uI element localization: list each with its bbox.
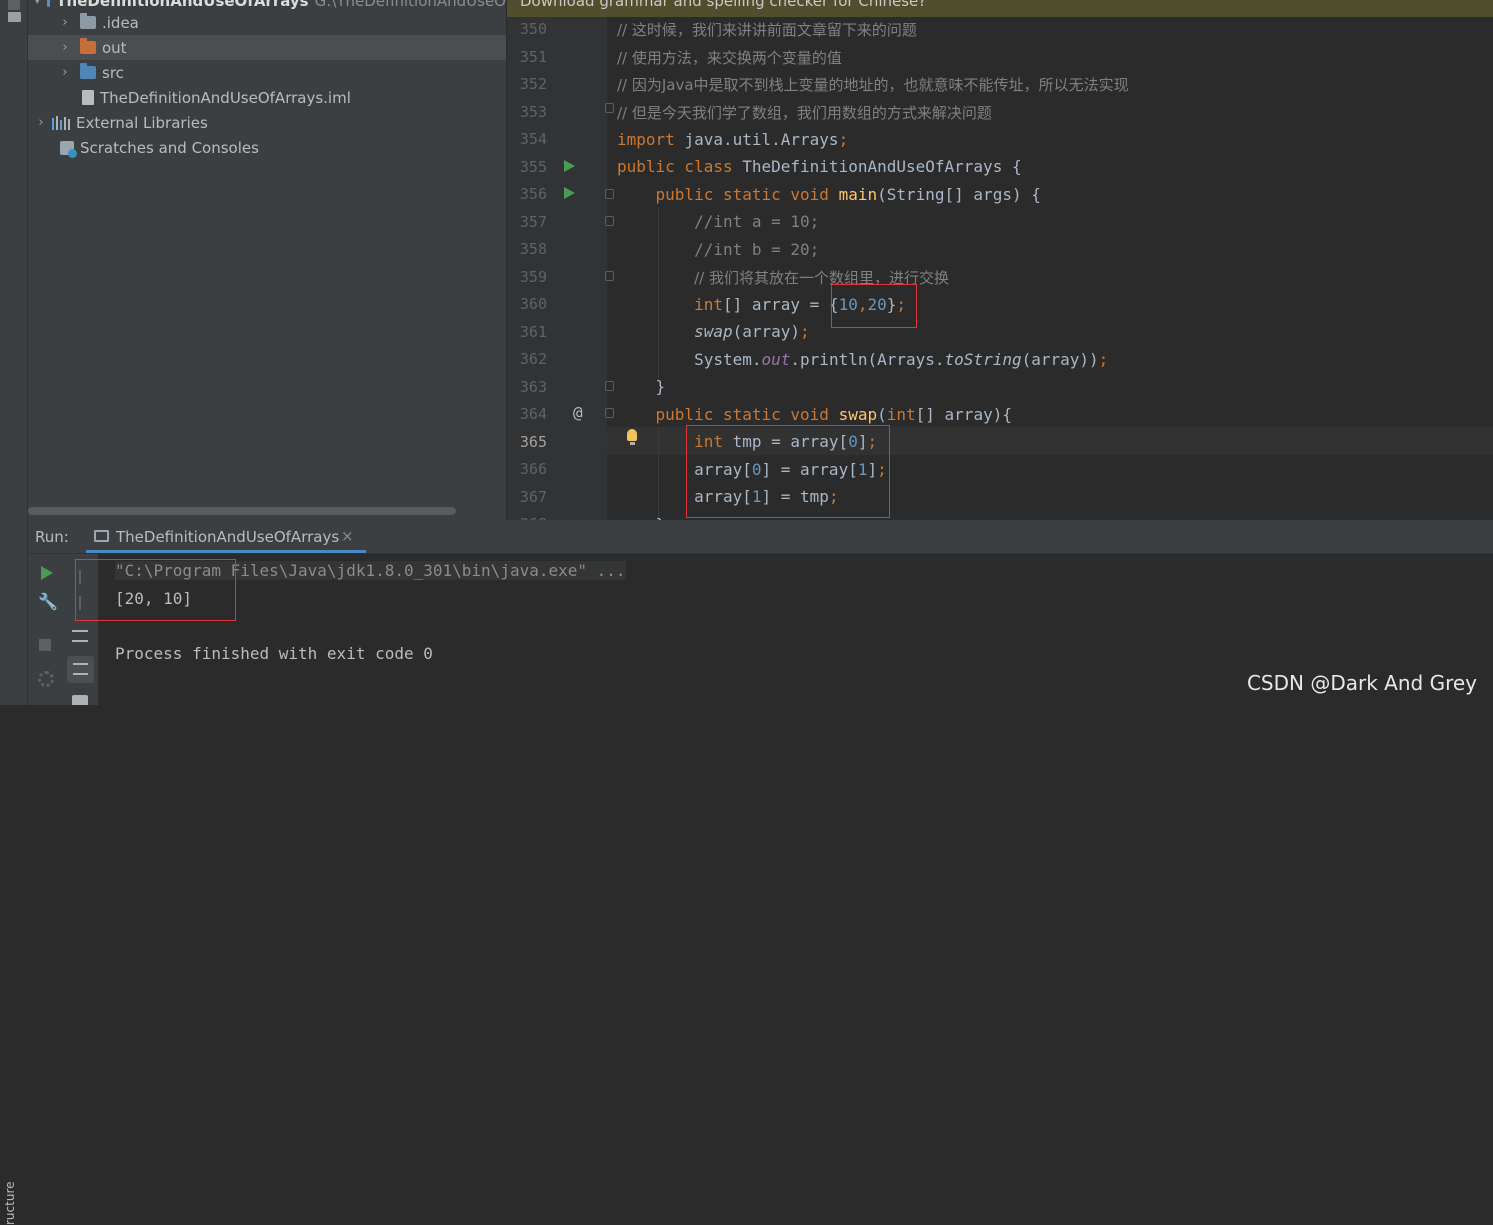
line-number: 354	[507, 130, 547, 148]
code-line-355: public class TheDefinitionAndUseOfArrays…	[617, 157, 1022, 176]
run-main-icon[interactable]	[564, 187, 575, 199]
code-line-357: //int a = 10;	[617, 212, 819, 231]
tree-item-label: .idea	[102, 14, 139, 32]
line-number: 362	[507, 350, 547, 368]
folder-icon	[80, 16, 96, 29]
rerun-icon[interactable]	[41, 566, 53, 580]
line-number: 359	[507, 268, 547, 286]
tree-item-scratches[interactable]: Scratches and Consoles	[28, 135, 506, 160]
scroll-to-end-button[interactable]	[67, 656, 94, 683]
scratches-icon	[60, 141, 74, 155]
notification-text: Download grammar and spelling checker fo…	[520, 0, 926, 10]
code-line-354: import java.util.Arrays;	[617, 130, 848, 149]
scroll-to-end-icon	[73, 663, 88, 675]
project-root-label: TheDefinitionAndUseOfArrays	[56, 0, 308, 10]
close-icon[interactable]: ×	[341, 527, 354, 545]
run-panel-header: Run: TheDefinitionAndUseOfArrays ×	[28, 520, 1493, 554]
highlight-box-array-init	[831, 284, 917, 328]
fold-marker-icon[interactable]	[605, 381, 614, 391]
fold-marker-icon[interactable]	[605, 271, 614, 281]
line-number: 360	[507, 295, 547, 313]
settings-gear-icon[interactable]	[38, 671, 54, 687]
comment-text: //int a = 10;	[694, 212, 819, 231]
line-number: 358	[507, 240, 547, 258]
tree-item-label: out	[102, 39, 127, 57]
line-number: 353	[507, 103, 547, 121]
chevron-right-icon[interactable]: ›	[34, 116, 48, 130]
soft-wrap-icon[interactable]	[72, 630, 88, 642]
line-number: 363	[507, 378, 547, 396]
console-exit-line: Process finished with exit code 0	[115, 644, 433, 663]
fold-marker-icon[interactable]	[605, 189, 614, 199]
project-tree-panel: ▾ TheDefinitionAndUseOfArrays G:\TheDefi…	[28, 0, 506, 520]
code-line-361: swap(array);	[617, 322, 810, 341]
run-panel-label: Run:	[35, 528, 69, 546]
code-line-356: public static void main(String[] args) {	[617, 185, 1041, 204]
code-line-358: //int b = 20;	[617, 240, 819, 259]
tree-item-external-libraries[interactable]: › External Libraries	[28, 110, 506, 135]
folder-tool-icon[interactable]	[8, 12, 21, 22]
tree-item-label: External Libraries	[76, 114, 208, 132]
project-root-path: G:\TheDefinitionAndUseO	[315, 0, 506, 10]
line-number: 350	[507, 20, 547, 38]
module-folder-icon	[47, 0, 51, 7]
left-tool-strip-bottom: ructure	[0, 520, 28, 705]
code-line-353: // 但是今天我们学了数组，我们用数组的方式来解决问题	[617, 102, 992, 123]
fold-marker-icon[interactable]	[605, 103, 614, 113]
line-number: 357	[507, 213, 547, 231]
horizontal-scrollbar[interactable]	[28, 507, 456, 515]
tree-item-iml[interactable]: TheDefinitionAndUseOfArrays.iml	[28, 85, 506, 110]
highlight-box-output	[75, 559, 236, 621]
library-icon	[52, 116, 70, 130]
chevron-down-icon[interactable]: ▾	[34, 0, 41, 8]
run-tab-label: TheDefinitionAndUseOfArrays	[116, 528, 339, 546]
excluded-folder-icon	[80, 41, 96, 54]
line-number-current: 365	[507, 433, 547, 451]
structure-tool-tab[interactable]: ructure	[3, 1182, 17, 1225]
chevron-right-icon[interactable]: ›	[58, 66, 72, 80]
line-number: 367	[507, 488, 547, 506]
tree-item-idea[interactable]: › .idea	[28, 10, 506, 35]
line-number: 352	[507, 75, 547, 93]
line-number: 364	[507, 405, 547, 423]
run-class-icon[interactable]	[564, 160, 575, 172]
console-tab-icon	[94, 530, 109, 542]
iml-file-icon	[82, 90, 94, 105]
tree-item-label: TheDefinitionAndUseOfArrays.iml	[100, 89, 351, 107]
line-number: 361	[507, 323, 547, 341]
line-number: 351	[507, 48, 547, 66]
stop-icon[interactable]	[39, 639, 51, 651]
code-line-362: System.out.println(Arrays.toString(array…	[617, 350, 1108, 369]
watermark: CSDN @Dark And Grey	[1247, 671, 1477, 695]
code-line-363: }	[617, 377, 665, 396]
run-tab-underline	[86, 550, 366, 553]
implements-at-icon[interactable]: @	[573, 403, 583, 422]
line-number: 366	[507, 460, 547, 478]
print-icon[interactable]	[72, 695, 88, 705]
fold-marker-icon[interactable]	[605, 216, 614, 226]
tree-item-label: Scratches and Consoles	[80, 139, 259, 157]
code-editor[interactable]: 350 351 352 353 354 355 356 357 358 359 …	[507, 0, 1493, 520]
wrench-icon[interactable]: 🔧	[38, 594, 54, 610]
fold-marker-icon[interactable]	[605, 408, 614, 418]
tree-item-src[interactable]: › src	[28, 60, 506, 85]
code-line-352: // 因为Java中是取不到栈上变量的地址的，也就意味不能传址，所以无法实现	[617, 74, 1129, 95]
code-line-350: // 这时候，我们来讲讲前面文章留下来的问题	[617, 19, 917, 40]
left-tool-strip	[0, 0, 28, 520]
spellcheck-notification[interactable]: Download grammar and spelling checker fo…	[507, 0, 1493, 17]
project-tool-icon[interactable]	[8, 0, 20, 10]
code-line-351: // 使用方法，来交换两个变量的值	[617, 47, 842, 68]
run-tab[interactable]: TheDefinitionAndUseOfArrays ×	[86, 520, 366, 553]
chevron-right-icon[interactable]: ›	[58, 41, 72, 55]
tree-item-label: src	[102, 64, 124, 82]
code-line-364: public static void swap(int[] array){	[617, 405, 1012, 424]
tree-item-out[interactable]: › out	[28, 35, 506, 60]
highlight-box-swap-body	[686, 425, 890, 518]
line-number: 355	[507, 158, 547, 176]
source-folder-icon	[80, 66, 96, 79]
comment-text: //int b = 20;	[694, 240, 819, 259]
chevron-right-icon[interactable]: ›	[58, 16, 72, 30]
line-number: 356	[507, 185, 547, 203]
